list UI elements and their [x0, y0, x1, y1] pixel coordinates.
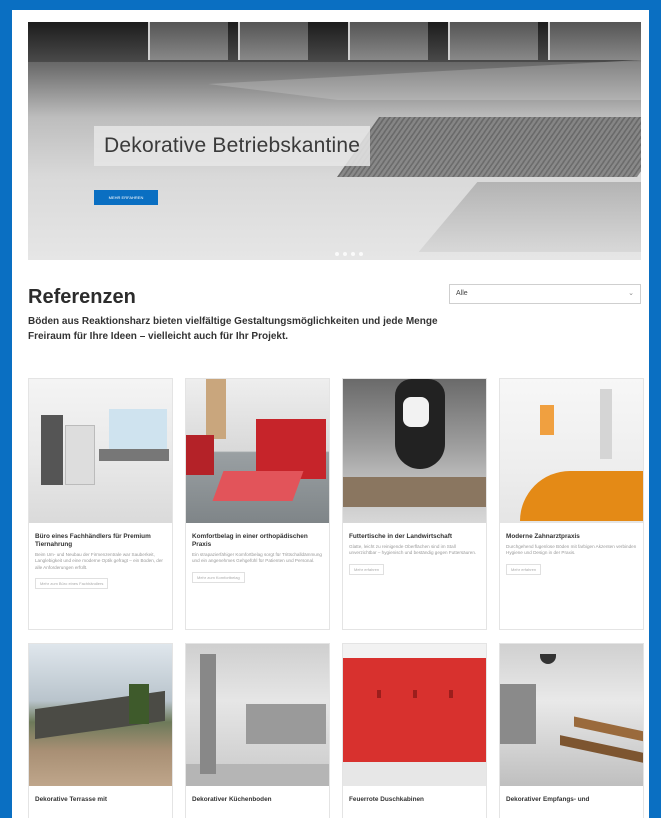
reference-card[interactable]: Dekorative Terrasse mit: [28, 643, 173, 818]
slider-dot[interactable]: [359, 252, 363, 256]
slider-dot[interactable]: [335, 252, 339, 256]
references-description: Böden aus Reaktionsharz bieten vielfälti…: [28, 316, 438, 342]
chevron-down-icon: ⌄: [628, 290, 634, 297]
reference-card[interactable]: Büro eines Fachhändlers für Premium Tier…: [28, 378, 173, 630]
reference-card-image[interactable]: [343, 644, 486, 786]
reference-card-text: Ein strapazierfähiger Komfortbelag sorgt…: [192, 552, 322, 564]
reference-card-image[interactable]: [186, 379, 329, 523]
reference-card-title[interactable]: Feuerrote Duschkabinen: [349, 796, 480, 804]
references-heading: Referenzen: [28, 286, 136, 308]
reference-card-more-link[interactable]: Mehr erfahren: [349, 563, 385, 575]
reference-card-text: Beim Um- und Neubau der Firmenzentrale w…: [35, 552, 163, 570]
reference-card[interactable]: Dekorativer Empfangs- und: [499, 643, 644, 818]
reference-card-image[interactable]: [29, 644, 172, 786]
hero-image-panel: [448, 22, 538, 60]
reference-card-more-link[interactable]: Mehr erfahren: [506, 563, 542, 575]
reference-card[interactable]: Futtertische in der Landwirtschaft Glatt…: [342, 378, 487, 630]
hero-image-panel: [348, 22, 428, 60]
hero-image-panel: [238, 22, 308, 60]
filter-selected-value: Alle: [456, 290, 468, 297]
reference-card-image[interactable]: [186, 644, 329, 786]
slider-dots: [335, 252, 363, 256]
hero-image-counter: [208, 60, 641, 100]
reference-card-title[interactable]: Dekorativer Empfangs- und: [506, 796, 637, 804]
reference-card-more-link[interactable]: Mehr zum Büro eines Fachhändlers: [35, 578, 109, 590]
hero-slider[interactable]: Dekorative Betriebskantine MEHR ERFAHREN: [28, 22, 641, 260]
reference-card[interactable]: Moderne Zahnarztpraxis Durchgehend fugen…: [499, 378, 644, 630]
reference-card-title[interactable]: Dekorative Terrasse mit: [35, 796, 166, 804]
reference-card-title[interactable]: Moderne Zahnarztpraxis: [506, 533, 637, 541]
reference-card-image[interactable]: [500, 644, 643, 786]
reference-card[interactable]: Dekorativer Küchenboden: [185, 643, 330, 818]
reference-card-image[interactable]: [29, 379, 172, 523]
reference-card-text: Durchgehend fugenlose Böden mit farbigen…: [506, 544, 637, 556]
reference-card-title[interactable]: Dekorativer Küchenboden: [192, 796, 323, 804]
hero-more-button[interactable]: MEHR ERFAHREN: [94, 190, 158, 205]
reference-card-title[interactable]: Büro eines Fachhändlers für Premium Tier…: [35, 533, 166, 549]
hero-image-panel: [148, 22, 228, 60]
hero-title: Dekorative Betriebskantine: [94, 126, 371, 166]
slider-dot[interactable]: [351, 252, 355, 256]
reference-card[interactable]: Feuerrote Duschkabinen: [342, 643, 487, 818]
hero-image-panel: [548, 22, 641, 60]
reference-card-more-link[interactable]: Mehr zum Komfortbelag: [192, 571, 245, 583]
page-frame: Dekorative Betriebskantine MEHR ERFAHREN…: [12, 10, 649, 818]
hero-image-floor: [418, 182, 641, 252]
reference-card-text: Glatte, leicht zu reinigende Oberflächen…: [349, 544, 477, 556]
reference-card-image[interactable]: [500, 379, 643, 523]
reference-card-title[interactable]: Komfortbelag in einer orthopädischen Pra…: [192, 533, 323, 549]
reference-card-image[interactable]: [343, 379, 486, 523]
reference-card[interactable]: Komfortbelag in einer orthopädischen Pra…: [185, 378, 330, 630]
category-filter-select[interactable]: Alle ⌄: [449, 284, 641, 304]
hero-image-grate: [336, 117, 641, 177]
reference-card-title[interactable]: Futtertische in der Landwirtschaft: [349, 533, 480, 541]
slider-dot[interactable]: [343, 252, 347, 256]
